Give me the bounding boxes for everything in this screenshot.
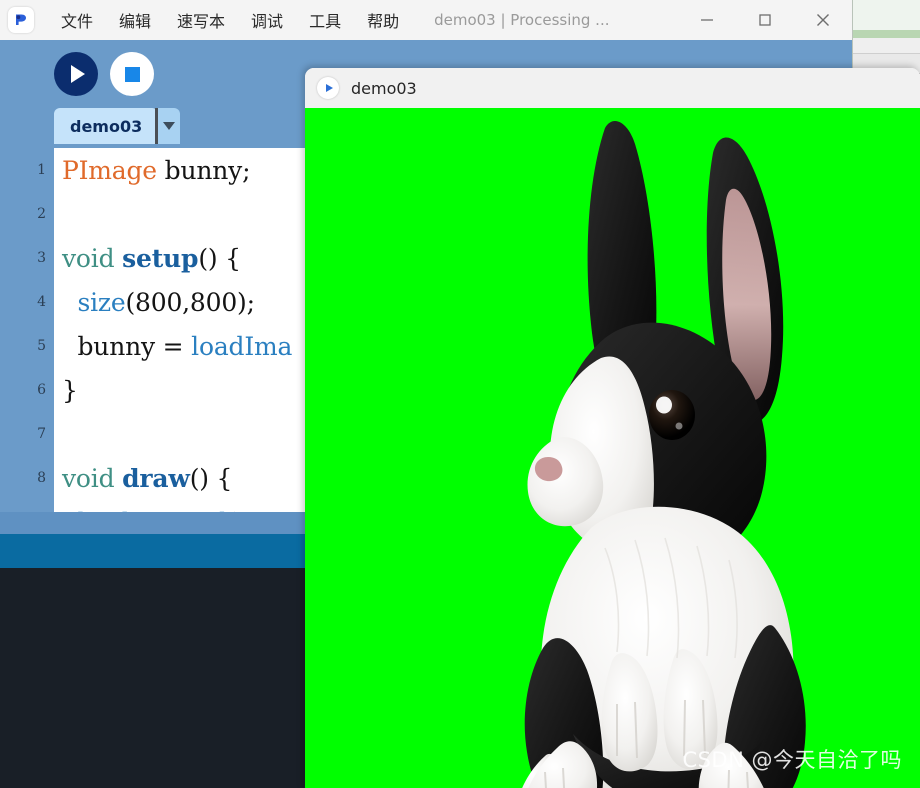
background-window-row <box>853 30 920 38</box>
code-token: () { <box>198 243 241 273</box>
maximize-icon[interactable] <box>736 0 794 40</box>
line-number: 4 <box>0 280 54 324</box>
line-number: 8 <box>0 456 54 500</box>
run-button[interactable] <box>54 52 98 96</box>
code-token: bunny = <box>62 331 192 361</box>
code-token: } <box>62 375 78 405</box>
code-text: } <box>54 376 78 405</box>
menu-bar: 文件 编辑 速写本 调试 工具 帮助 <box>48 4 412 36</box>
line-number: 2 <box>0 192 54 236</box>
code-text: void draw() { <box>54 464 232 493</box>
code-text: background(0, 25 <box>54 508 300 513</box>
tab-dropdown-button[interactable] <box>158 108 180 144</box>
code-text: void setup() { <box>54 244 241 273</box>
background-window-row <box>853 0 920 30</box>
play-glyph-icon <box>325 84 333 92</box>
play-icon <box>71 65 85 83</box>
processing-sketch-icon <box>317 77 339 99</box>
line-number: 3 <box>0 236 54 280</box>
code-token: setup <box>122 243 199 273</box>
code-token: bunny; <box>156 155 251 185</box>
line-number: 7 <box>0 412 54 456</box>
line-number: 5 <box>0 324 54 368</box>
line-number: 6 <box>0 368 54 412</box>
code-token: background <box>78 508 227 513</box>
rabbit-image <box>522 121 806 788</box>
code-text: PImage bunny; <box>54 155 251 185</box>
code-token: (0, 25 <box>227 508 299 513</box>
menu-tools[interactable]: 工具 <box>296 4 354 36</box>
code-token: () { <box>189 463 233 493</box>
menu-file[interactable]: 文件 <box>48 4 106 36</box>
stop-button[interactable] <box>110 52 154 96</box>
title-bar: 文件 编辑 速写本 调试 工具 帮助 demo03 | Processing .… <box>0 0 852 40</box>
background-window-row <box>853 38 920 54</box>
menu-edit[interactable]: 编辑 <box>106 4 164 36</box>
stop-icon <box>124 66 140 82</box>
window-controls <box>678 0 852 40</box>
menu-sketchbook[interactable]: 速写本 <box>164 4 238 36</box>
sketch-output-window[interactable]: demo03 CSDN @今天自洽了吗 <box>305 68 920 788</box>
code-text: size(800,800); <box>54 287 256 317</box>
code-token: loadIma <box>191 331 293 361</box>
processing-app-icon <box>8 7 34 33</box>
window-title: demo03 | Processing ... <box>434 11 610 29</box>
minimize-icon[interactable] <box>678 0 736 40</box>
sketch-canvas[interactable]: CSDN @今天自洽了吗 <box>305 108 920 788</box>
code-token: size <box>77 287 126 317</box>
close-icon[interactable] <box>794 0 852 40</box>
background-window[interactable] <box>852 0 920 76</box>
sketch-title-label: demo03 <box>351 78 417 98</box>
line-number: 1 <box>0 148 54 192</box>
chevron-down-icon <box>163 122 175 130</box>
menu-debug[interactable]: 调试 <box>238 4 296 36</box>
menu-help[interactable]: 帮助 <box>354 4 412 36</box>
screen: 文件 编辑 速写本 调试 工具 帮助 demo03 | Processing .… <box>0 0 920 788</box>
code-token: void <box>62 463 115 493</box>
code-token: PImage <box>62 155 157 185</box>
code-text: bunny = loadIma <box>54 332 292 361</box>
code-token: void <box>62 243 115 273</box>
watermark-text: CSDN @今天自洽了吗 <box>682 748 902 772</box>
code-token: (800,800); <box>125 287 256 317</box>
tab-label: demo03 <box>70 116 143 136</box>
sketch-title-bar: demo03 <box>305 68 920 108</box>
code-token: draw <box>122 463 190 493</box>
tab-demo03[interactable]: demo03 <box>54 108 159 144</box>
line-number: 9 <box>0 500 54 512</box>
